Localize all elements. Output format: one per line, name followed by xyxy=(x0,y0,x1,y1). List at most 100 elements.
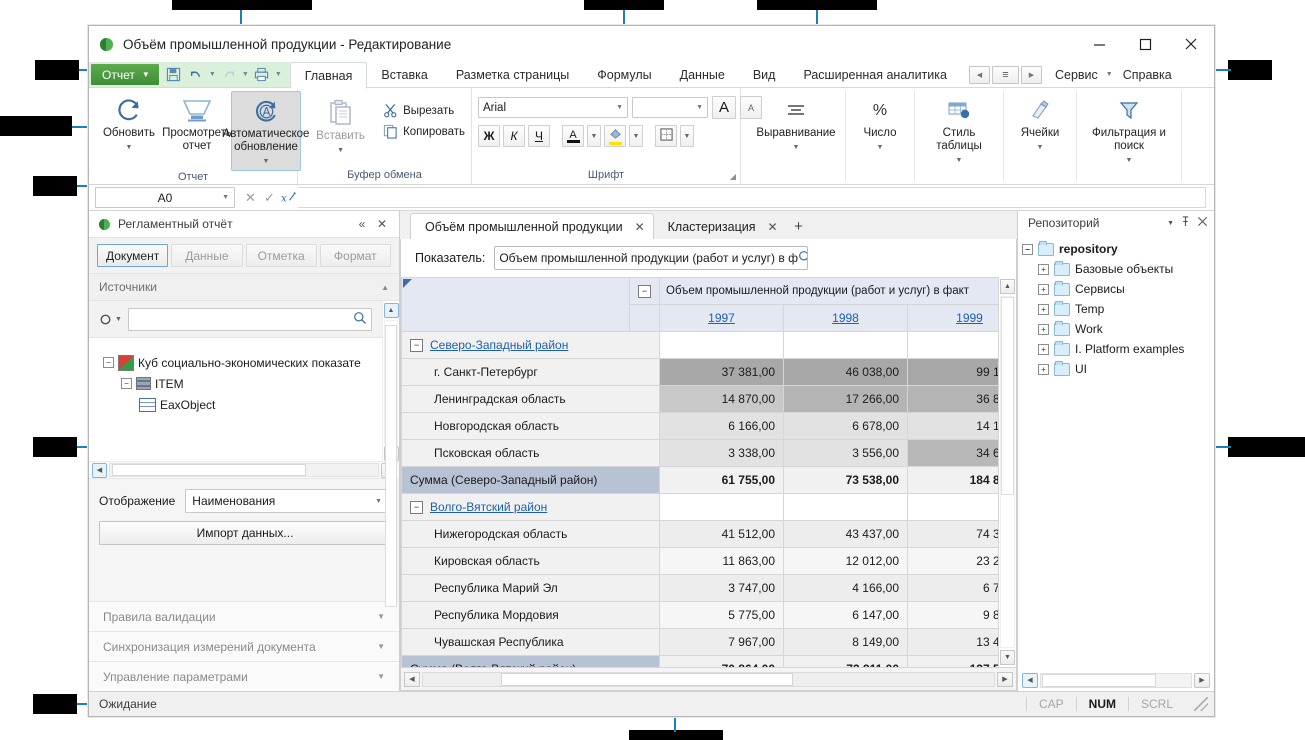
chevron-down-icon[interactable]: ▼ xyxy=(877,141,884,154)
scroll-left-icon[interactable]: ◀ xyxy=(1022,673,1038,688)
paste-button[interactable]: Вставить ▼ xyxy=(304,94,377,159)
table-row[interactable]: г. Санкт-Петербург 37 381,00 46 038,00 9… xyxy=(402,359,999,386)
cell[interactable]: 61 755,00 xyxy=(660,467,784,494)
chevron-down-icon[interactable]: ▼ xyxy=(222,194,229,201)
cell[interactable]: 6 166,00 xyxy=(660,413,784,440)
grow-font-button[interactable]: A xyxy=(712,96,736,119)
repo-node-services[interactable]: + Сервисы xyxy=(1022,279,1214,299)
scroll-track[interactable] xyxy=(422,672,995,687)
scroll-down-icon[interactable]: ▼ xyxy=(1000,650,1015,665)
repo-node-root[interactable]: − repository xyxy=(1022,239,1214,259)
maximize-button[interactable] xyxy=(1122,27,1168,61)
cell[interactable]: 8 149,00 xyxy=(784,629,908,656)
cell[interactable]: 7 967,00 xyxy=(660,629,784,656)
chevron-down-icon[interactable]: ▼ xyxy=(793,141,800,154)
row-header-total[interactable]: Сумма (Волго-Вятский район) xyxy=(402,656,660,668)
fill-color-button[interactable] xyxy=(604,125,626,147)
row-header[interactable]: Нижегородская область xyxy=(402,521,660,548)
cell[interactable]: 41 512,00 xyxy=(660,521,784,548)
column-header-1998[interactable]: 1998 xyxy=(784,305,908,332)
tree-expander[interactable]: − xyxy=(121,378,132,389)
table-row[interactable]: Сумма (Волго-Вятский район) 70 864,00 73… xyxy=(402,656,999,668)
redo-icon[interactable] xyxy=(218,64,240,85)
print-icon[interactable] xyxy=(251,64,273,85)
scroll-left-icon[interactable]: ◀ xyxy=(969,66,990,84)
column-header-1999[interactable]: 1999 xyxy=(908,305,999,332)
close-tab-icon[interactable]: ✕ xyxy=(635,220,645,234)
cell[interactable] xyxy=(908,494,999,521)
cell[interactable]: 73 538,00 xyxy=(784,467,908,494)
chevron-down-icon[interactable]: ▼ xyxy=(1037,141,1044,154)
cell[interactable]: 6 147,00 xyxy=(784,602,908,629)
tree-expander[interactable]: − xyxy=(1022,244,1033,255)
table-row[interactable]: Новгородская область 6 166,00 6 678,00 1… xyxy=(402,413,999,440)
cell[interactable]: 70 864,00 xyxy=(660,656,784,668)
print-dropdown-icon[interactable]: ▼ xyxy=(273,64,284,85)
scroll-thumb[interactable] xyxy=(1042,674,1156,687)
tree-node-item[interactable]: − ITEM xyxy=(103,373,382,394)
repo-node-work[interactable]: + Work xyxy=(1022,319,1214,339)
document-tab-obem[interactable]: Объём промышленной продукции ✕ xyxy=(410,213,654,239)
name-box[interactable]: A0 ▼ xyxy=(95,187,235,208)
cut-button[interactable]: Вырезать xyxy=(383,100,465,121)
scroll-track[interactable] xyxy=(109,463,379,477)
expander-glyph[interactable]: − xyxy=(410,501,423,514)
repo-node-temp[interactable]: + Temp xyxy=(1022,299,1214,319)
save-icon[interactable] xyxy=(163,64,185,85)
scroll-left-icon[interactable]: ◀ xyxy=(92,463,107,478)
cancel-formula-icon[interactable]: ✕ xyxy=(241,190,260,206)
cell[interactable]: 34 621,0 xyxy=(908,440,999,467)
grid-horizontal-scrollbar[interactable]: ◀ ▶ xyxy=(401,667,1016,690)
cell[interactable]: 17 266,00 xyxy=(784,386,908,413)
cell[interactable]: 9 885,0 xyxy=(908,602,999,629)
sources-section-header[interactable]: Источники ▲ xyxy=(89,273,399,301)
sources-search-input[interactable] xyxy=(128,308,372,331)
indicator-select[interactable]: Объем промышленной продукции (работ и ус… xyxy=(494,246,808,270)
search-icon[interactable] xyxy=(798,250,808,267)
ribbon-tab-razmetka[interactable]: Разметка страницы xyxy=(442,62,583,87)
borders-dropdown-icon[interactable]: ▼ xyxy=(680,125,694,147)
italic-button[interactable]: К xyxy=(503,125,525,147)
cell[interactable]: 5 775,00 xyxy=(660,602,784,629)
cell[interactable]: 99 182,0 xyxy=(908,359,999,386)
cell[interactable]: 14 151,0 xyxy=(908,413,999,440)
tree-expander[interactable]: + xyxy=(1038,304,1049,315)
bold-button[interactable]: Ж xyxy=(478,125,500,147)
fx-icon[interactable]: х xyxy=(279,190,298,205)
scroll-track[interactable] xyxy=(384,320,398,444)
ribbon-tab-formuly[interactable]: Формулы xyxy=(583,62,665,87)
table-row[interactable]: Сумма (Северо-Западный район) 61 755,00 … xyxy=(402,467,999,494)
preview-report-button[interactable]: Просмотреть отчет xyxy=(163,91,231,155)
status-indicator-num[interactable]: NUM xyxy=(1076,697,1128,711)
borders-button[interactable] xyxy=(655,125,677,147)
close-panel-icon[interactable]: ✕ xyxy=(373,215,391,233)
chevron-down-icon[interactable]: ▼ xyxy=(1126,154,1133,167)
scroll-up-icon[interactable]: ▲ xyxy=(384,303,399,318)
cell[interactable]: 36 895,0 xyxy=(908,386,999,413)
ribbon-tab-vid[interactable]: Вид xyxy=(739,62,790,87)
close-tab-icon[interactable]: ✕ xyxy=(767,220,777,234)
font-size-select[interactable]: ▼ xyxy=(632,97,708,118)
scroll-right-icon[interactable]: ▶ xyxy=(997,672,1013,687)
fill-color-dropdown-icon[interactable]: ▼ xyxy=(629,125,643,147)
tree-expander[interactable]: + xyxy=(1038,364,1049,375)
sources-horizontal-scrollbar[interactable]: ◀ ▶ xyxy=(89,461,399,478)
repo-node-ui[interactable]: + UI xyxy=(1022,359,1214,379)
tree-expander[interactable]: − xyxy=(103,357,114,368)
report-menu-button[interactable]: Отчет ▼ xyxy=(91,64,159,85)
repo-node-platform-examples[interactable]: + I. Platform examples xyxy=(1022,339,1214,359)
cell[interactable]: 6 678,00 xyxy=(784,413,908,440)
expander-glyph[interactable]: − xyxy=(410,339,423,352)
font-color-button[interactable]: A xyxy=(562,125,584,147)
scroll-track[interactable] xyxy=(1000,296,1015,648)
left-tab-dokument[interactable]: Документ xyxy=(97,244,168,267)
auto-refresh-button[interactable]: A Автоматическое обновление ▼ xyxy=(231,91,301,171)
collapse-panel-icon[interactable]: « xyxy=(353,215,371,233)
left-tab-dannye[interactable]: Данные xyxy=(171,244,242,267)
grid-vertical-scrollbar[interactable]: ▲ ▼ xyxy=(998,277,1016,667)
table-row[interactable]: −Волго-Вятский район xyxy=(402,494,999,521)
tree-expander[interactable]: + xyxy=(1038,264,1049,275)
alignment-button[interactable]: Выравнивание ▼ xyxy=(747,91,846,181)
document-tab-klasterizaciya[interactable]: Кластеризация ✕ xyxy=(654,214,786,239)
menu-spravka[interactable]: Справка xyxy=(1118,62,1194,87)
